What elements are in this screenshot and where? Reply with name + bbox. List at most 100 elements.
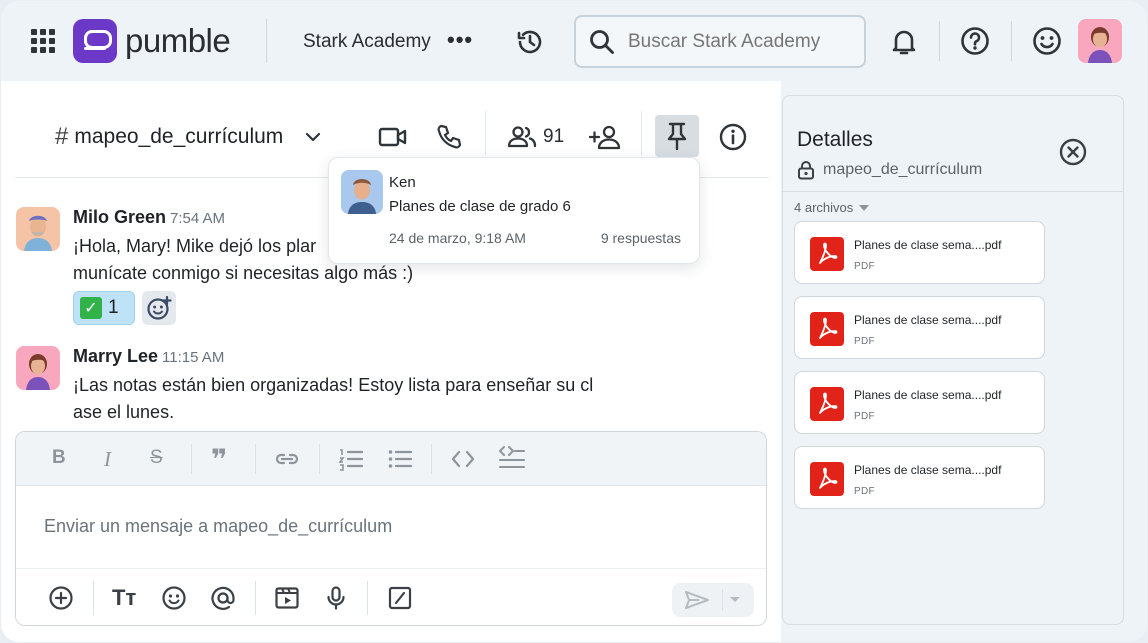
mention-icon[interactable] <box>210 585 236 611</box>
reactions: ✓ 1 <box>73 291 176 325</box>
details-channel: mapeo_de_currículum <box>797 160 982 180</box>
pumble-logo: pumble <box>73 19 231 63</box>
bell-icon[interactable] <box>887 25 921 59</box>
emoji-icon[interactable] <box>161 585 187 611</box>
channel-name: mapeo_de_currículum <box>74 125 284 148</box>
close-icon[interactable] <box>1059 138 1087 171</box>
divider <box>939 21 940 61</box>
search-box[interactable] <box>574 15 866 68</box>
strikethrough-icon[interactable]: S <box>150 447 163 469</box>
file-type: PDF <box>854 336 875 347</box>
microphone-icon[interactable] <box>323 585 349 611</box>
pdf-icon <box>810 462 844 496</box>
divider <box>191 444 192 474</box>
quote-icon[interactable]: ❞ <box>211 443 227 476</box>
divider <box>319 444 320 474</box>
chevron-down-icon[interactable] <box>303 127 323 147</box>
divider <box>266 19 267 63</box>
pdf-icon <box>810 387 844 421</box>
search-icon <box>590 29 614 54</box>
add-reaction-button[interactable] <box>142 291 176 325</box>
avatar[interactable] <box>16 207 60 251</box>
search-input[interactable] <box>628 30 848 53</box>
reaction-check[interactable]: ✓ 1 <box>73 291 135 325</box>
chevron-down-icon[interactable] <box>729 596 741 604</box>
phone-call-icon[interactable] <box>433 121 465 153</box>
code-icon[interactable] <box>450 447 476 471</box>
message-time: 11:15 AM <box>162 349 225 366</box>
file-name: Planes de clase sema....pdf <box>854 388 1002 402</box>
link-icon[interactable] <box>274 448 300 470</box>
details-title: Detalles <box>797 128 873 151</box>
bold-icon[interactable]: B <box>52 447 66 469</box>
workspace-name[interactable]: Stark Academy <box>303 31 431 53</box>
divider <box>1011 21 1012 61</box>
code-block-icon[interactable] <box>498 444 526 472</box>
workspace-more-button[interactable]: ••• <box>447 27 473 53</box>
divider <box>255 581 256 615</box>
popup-date: 24 de marzo, 9:18 AM <box>389 230 526 246</box>
help-icon[interactable] <box>958 24 992 58</box>
message-composer: B I S ❞ Enviar un mensaje a mapeo_de_cur… <box>15 431 767 626</box>
numbered-list-icon[interactable] <box>338 446 364 472</box>
file-item[interactable]: Planes de clase sema....pdf PDF <box>794 446 1045 509</box>
divider <box>783 191 1123 192</box>
pdf-icon <box>810 237 844 271</box>
message-input[interactable]: Enviar un mensaje a mapeo_de_currículum <box>44 516 392 537</box>
avatar[interactable] <box>16 346 60 390</box>
popup-replies-link[interactable]: 9 respuestas <box>601 230 681 246</box>
pin-icon[interactable] <box>655 115 699 157</box>
divider <box>367 581 368 615</box>
file-name: Planes de clase sema....pdf <box>854 463 1002 477</box>
bullet-list-icon[interactable] <box>387 446 413 472</box>
popup-author: Ken <box>389 174 416 191</box>
divider <box>722 589 723 611</box>
members-button[interactable]: 91 <box>507 121 564 153</box>
file-name: Planes de clase sema....pdf <box>854 313 1002 327</box>
lock-icon <box>798 161 814 180</box>
file-type: PDF <box>854 411 875 422</box>
composer-actions: Tт <box>16 568 766 625</box>
video-clip-icon[interactable] <box>274 585 300 611</box>
file-type: PDF <box>854 261 875 272</box>
status-smiley-icon[interactable] <box>1030 24 1064 58</box>
message-item: Marry Lee 11:15 AM ¡Las notas están bien … <box>16 346 656 426</box>
members-count: 91 <box>543 126 565 147</box>
divider <box>93 581 94 615</box>
app-window: pumble Stark Academy ••• # <box>1 1 1147 642</box>
apps-grid-icon[interactable] <box>31 29 55 53</box>
message-time: 7:54 AM <box>170 210 226 227</box>
message-text: ¡Las notas están bien organizadas! Estoy… <box>73 375 594 422</box>
send-button[interactable] <box>672 583 754 617</box>
video-call-icon[interactable] <box>377 121 409 153</box>
message-author[interactable]: Marry Lee 11:15 AM <box>73 346 224 367</box>
reaction-count: 1 <box>108 297 119 318</box>
plus-circle-icon[interactable] <box>48 585 74 611</box>
info-icon[interactable] <box>717 121 749 153</box>
check-emoji-icon: ✓ <box>80 297 102 319</box>
file-item[interactable]: Planes de clase sema....pdf PDF <box>794 371 1045 434</box>
add-member-icon[interactable] <box>587 121 623 153</box>
file-item[interactable]: Planes de clase sema....pdf PDF <box>794 221 1045 284</box>
avatar <box>341 170 383 214</box>
channel-title[interactable]: # mapeo_de_currículum <box>55 123 323 151</box>
app-name: pumble <box>125 22 231 59</box>
details-panel: Detalles mapeo_de_currículum 4 archivos … <box>782 95 1124 625</box>
top-bar: pumble Stark Academy ••• <box>1 1 1147 81</box>
divider <box>641 111 642 155</box>
text-format-icon[interactable]: Tт <box>112 585 136 611</box>
message-author[interactable]: Milo Green 7:54 AM <box>73 207 225 228</box>
pumble-logo-icon <box>73 19 117 63</box>
pinned-message-popup[interactable]: Ken Planes de clase de grado 6 24 de mar… <box>328 157 700 264</box>
user-avatar[interactable] <box>1078 19 1122 63</box>
formatting-toolbar: B I S ❞ <box>16 432 766 486</box>
add-reaction-icon <box>147 295 172 320</box>
slash-command-icon[interactable] <box>387 585 413 611</box>
files-count-dropdown[interactable]: 4 archivos <box>794 200 870 215</box>
divider <box>485 111 486 155</box>
file-type: PDF <box>854 486 875 497</box>
file-item[interactable]: Planes de clase sema....pdf PDF <box>794 296 1045 359</box>
history-icon[interactable] <box>513 25 547 59</box>
divider <box>255 444 256 474</box>
italic-icon[interactable]: I <box>104 447 111 472</box>
